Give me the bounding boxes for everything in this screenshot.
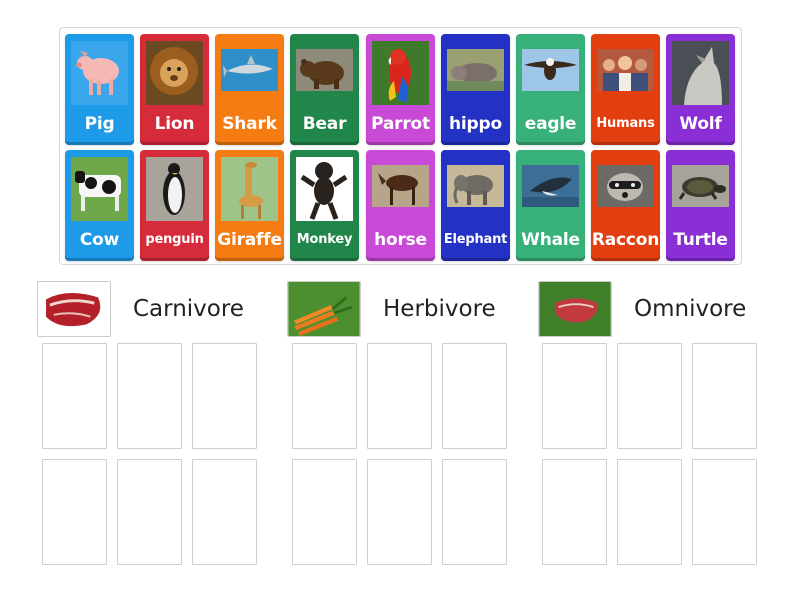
bear-icon xyxy=(296,49,353,91)
card-elephant[interactable]: Elephant xyxy=(441,150,510,261)
drop-slot-herbivore[interactable] xyxy=(367,343,432,449)
penguin-icon xyxy=(146,157,203,221)
drop-slot-carnivore[interactable] xyxy=(192,459,257,565)
parrot-icon xyxy=(372,41,429,105)
card-label: Wolf xyxy=(679,114,722,134)
card-label: horse xyxy=(374,230,427,250)
drop-slot-omnivore[interactable] xyxy=(617,459,682,565)
monkey-icon xyxy=(296,157,353,221)
card-horse[interactable]: horse xyxy=(366,150,435,261)
card-label: Giraffe xyxy=(217,230,282,250)
drop-slot-herbivore[interactable] xyxy=(292,343,357,449)
drop-slot-omnivore[interactable] xyxy=(692,459,757,565)
drop-slot-herbivore[interactable] xyxy=(442,459,507,565)
drop-slot-omnivore[interactable] xyxy=(617,343,682,449)
elephant-icon xyxy=(447,165,504,207)
drop-slot-carnivore[interactable] xyxy=(117,459,182,565)
pig-icon xyxy=(71,41,128,105)
giraffe-icon xyxy=(221,157,278,221)
card-bear[interactable]: Bear xyxy=(290,34,359,145)
card-label: Elephant xyxy=(443,232,508,247)
card-label: Raccon xyxy=(591,230,660,250)
card-label: Whale xyxy=(521,230,580,250)
card-label: Bear xyxy=(302,114,347,134)
raccoon-icon xyxy=(597,165,654,207)
card-lion[interactable]: Lion xyxy=(140,34,209,145)
raw-meat-icon xyxy=(37,281,111,337)
card-label: Parrot xyxy=(371,114,430,134)
card-cow[interactable]: Cow xyxy=(65,150,134,261)
drop-slot-omnivore[interactable] xyxy=(692,343,757,449)
humans-icon xyxy=(597,49,654,91)
drop-slot-omnivore[interactable] xyxy=(542,459,607,565)
drop-slot-carnivore[interactable] xyxy=(192,343,257,449)
card-label: penguin xyxy=(145,232,204,247)
card-hippo[interactable]: hippo xyxy=(441,34,510,145)
card-label: Lion xyxy=(154,114,195,134)
hippo-icon xyxy=(447,49,504,91)
group-title: Omnivore xyxy=(634,296,747,322)
cow-icon xyxy=(71,157,128,221)
drop-slot-carnivore[interactable] xyxy=(117,343,182,449)
group-title: Herbivore xyxy=(383,296,496,322)
drop-slot-herbivore[interactable] xyxy=(367,459,432,565)
card-label: Humans xyxy=(596,116,655,131)
meat-on-grass-icon xyxy=(538,281,612,337)
card-label: Monkey xyxy=(296,232,353,247)
eagle-icon xyxy=(522,49,579,91)
drop-slot-carnivore[interactable] xyxy=(42,343,107,449)
group-omnivore-header: Omnivore xyxy=(538,281,746,337)
card-label: Shark xyxy=(222,114,277,134)
card-tray: Pig Lion Shark Bear Parrot hippo eagle H… xyxy=(59,27,742,265)
drop-slot-herbivore[interactable] xyxy=(442,343,507,449)
card-raccoon[interactable]: Raccon xyxy=(591,150,660,261)
card-label: hippo xyxy=(449,114,502,134)
card-shark[interactable]: Shark xyxy=(215,34,284,145)
card-whale[interactable]: Whale xyxy=(516,150,585,261)
horse-icon xyxy=(372,165,429,207)
card-monkey[interactable]: Monkey xyxy=(290,150,359,261)
group-title: Carnivore xyxy=(133,296,244,322)
card-label: Pig xyxy=(84,114,115,134)
card-label: Turtle xyxy=(673,230,728,250)
shark-icon xyxy=(221,49,278,91)
card-giraffe[interactable]: Giraffe xyxy=(215,150,284,261)
group-carnivore-header: Carnivore xyxy=(37,281,244,337)
card-label: eagle xyxy=(524,114,577,134)
lion-icon xyxy=(146,41,203,105)
drop-slot-omnivore[interactable] xyxy=(542,343,607,449)
drop-slot-carnivore[interactable] xyxy=(42,459,107,565)
card-penguin[interactable]: penguin xyxy=(140,150,209,261)
card-turtle[interactable]: Turtle xyxy=(666,150,735,261)
turtle-icon xyxy=(672,165,729,207)
card-parrot[interactable]: Parrot xyxy=(366,34,435,145)
wolf-icon xyxy=(672,41,729,105)
whale-icon xyxy=(522,165,579,207)
card-wolf[interactable]: Wolf xyxy=(666,34,735,145)
drop-slot-herbivore[interactable] xyxy=(292,459,357,565)
card-humans[interactable]: Humans xyxy=(591,34,660,145)
carrots-icon xyxy=(287,281,361,337)
card-eagle[interactable]: eagle xyxy=(516,34,585,145)
card-label: Cow xyxy=(79,230,120,250)
group-herbivore-header: Herbivore xyxy=(287,281,496,337)
card-pig[interactable]: Pig xyxy=(65,34,134,145)
